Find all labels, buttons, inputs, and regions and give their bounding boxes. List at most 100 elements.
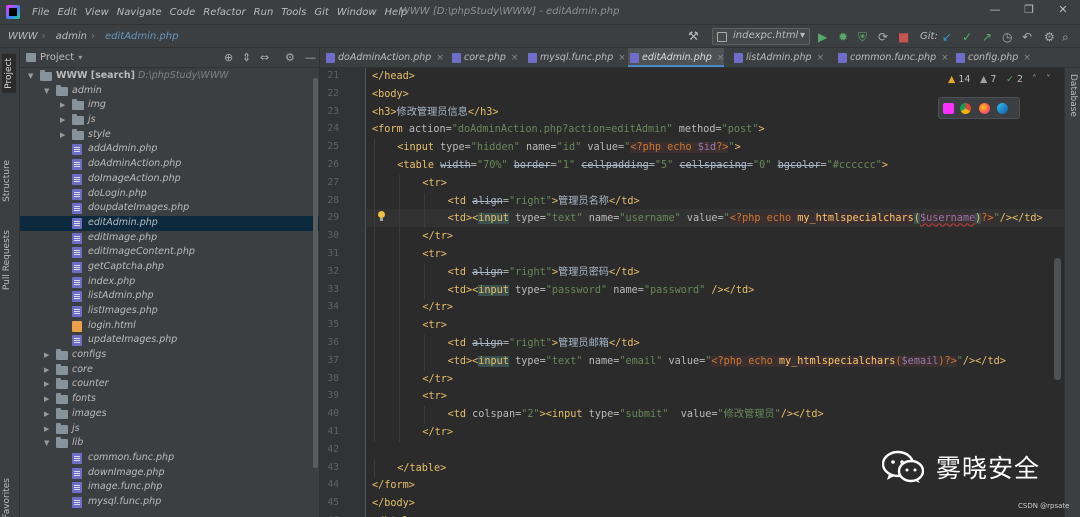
editor-scrollbar[interactable] <box>1054 258 1061 380</box>
menu-navigate[interactable]: Navigate <box>113 7 166 18</box>
search-everywhere-icon[interactable]: ⌕ <box>1062 30 1069 44</box>
tree-file[interactable]: updateImages.php <box>20 333 319 348</box>
chevron-right-icon[interactable]: ▶ <box>60 98 65 113</box>
tool-tab-project[interactable]: Project <box>2 54 16 93</box>
tree-file[interactable]: editImage.php <box>20 231 319 246</box>
tree-file[interactable]: listAdmin.php <box>20 289 319 304</box>
tree-file[interactable]: mysql.func.php <box>20 495 319 510</box>
close-window-button[interactable]: ✕ <box>1046 3 1080 21</box>
editor-tab[interactable]: doAdminAction.php × <box>324 48 444 67</box>
tree-file[interactable]: doAdminAction.php <box>20 157 319 172</box>
tree-folder[interactable]: ▶ style <box>20 128 319 143</box>
tree-file[interactable]: doLogin.php <box>20 187 319 202</box>
tree-file[interactable]: login.html <box>20 319 319 334</box>
expand-all-icon[interactable]: ⇕ <box>242 51 251 64</box>
rollback-icon[interactable]: ↶ <box>1022 30 1032 44</box>
tree-file[interactable]: doImageAction.php <box>20 172 319 187</box>
project-scrollbar[interactable] <box>313 78 318 468</box>
menu-code[interactable]: Code <box>166 7 200 18</box>
tree-folder[interactable]: ▶ js <box>20 113 319 128</box>
chevron-down-icon[interactable]: ▼ <box>28 69 33 84</box>
inspection-typos[interactable]: ✓ 2 <box>1006 74 1023 85</box>
close-tab-icon[interactable]: × <box>717 53 725 63</box>
tool-tab-favorites[interactable]: Favorites <box>2 478 12 517</box>
tool-tab-database[interactable]: Database <box>1068 74 1078 117</box>
chevron-right-icon[interactable]: ▶ <box>44 363 49 378</box>
tree-file[interactable]: addAdmin.php <box>20 142 319 157</box>
previous-highlight-icon[interactable]: ˄ <box>1032 74 1037 85</box>
project-panel-title[interactable]: Project <box>40 52 74 63</box>
tool-tab-structure[interactable]: Structure <box>2 160 12 202</box>
editor-tab[interactable]: core.php × <box>450 48 519 67</box>
editor-tab[interactable]: config.php × <box>954 48 1031 67</box>
tree-folder[interactable]: ▶ images <box>20 407 319 422</box>
menu-tools[interactable]: Tools <box>277 7 310 18</box>
tree-folder[interactable]: ▶ configs <box>20 348 319 363</box>
breadcrumb-file[interactable]: editAdmin.php <box>97 31 180 42</box>
collapse-all-icon[interactable]: ⇔ <box>260 51 269 64</box>
tree-file[interactable]: index.php <box>20 275 319 290</box>
menu-edit[interactable]: Edit <box>53 7 80 18</box>
breadcrumb-admin[interactable]: admin <box>48 31 89 42</box>
minimize-button[interactable]: — <box>978 3 1012 21</box>
git-commit-icon[interactable]: ✓ <box>962 30 972 44</box>
close-tab-icon[interactable]: × <box>618 53 626 63</box>
tree-file[interactable]: downImage.php <box>20 466 319 481</box>
tree-file[interactable]: common.func.php <box>20 451 319 466</box>
hide-panel-icon[interactable]: — <box>305 51 316 64</box>
debug-icon[interactable]: ✹ <box>838 30 848 44</box>
firefox-icon[interactable] <box>979 103 990 114</box>
close-tab-icon[interactable]: × <box>436 53 444 63</box>
tree-file[interactable]: listImages.php <box>20 304 319 319</box>
chevron-right-icon[interactable]: ▶ <box>60 128 65 143</box>
close-tab-icon[interactable]: × <box>511 53 519 63</box>
tree-file[interactable]: doupdateImages.php <box>20 201 319 216</box>
edge-icon[interactable] <box>997 103 1008 114</box>
close-tab-icon[interactable]: × <box>941 53 949 63</box>
menu-window[interactable]: Window <box>333 7 381 18</box>
chevron-down-icon[interactable]: ▼ <box>44 84 49 99</box>
tree-folder[interactable]: ▶ fonts <box>20 392 319 407</box>
stop-icon[interactable]: ■ <box>898 30 909 44</box>
tool-tab-pull-requests[interactable]: Pull Requests <box>2 230 12 290</box>
chrome-icon[interactable] <box>960 103 971 114</box>
chevron-down-icon[interactable]: ▼ <box>44 436 49 451</box>
chevron-right-icon[interactable]: ▶ <box>44 377 49 392</box>
next-highlight-icon[interactable]: ˅ <box>1046 74 1051 85</box>
tree-file[interactable]: editAdmin.php <box>20 215 319 231</box>
chevron-down-icon[interactable]: ▾ <box>78 53 82 62</box>
gear-icon[interactable]: ⚙ <box>285 51 295 64</box>
editor-tab[interactable]: editAdmin.php × <box>628 48 725 67</box>
settings-icon[interactable]: ⚙ <box>1044 30 1055 44</box>
chevron-right-icon[interactable]: ▶ <box>44 422 49 437</box>
git-history-icon[interactable]: ◷ <box>1002 30 1012 44</box>
menu-run[interactable]: Run <box>250 7 278 18</box>
tree-folder[interactable]: ▼ lib <box>20 436 319 451</box>
locate-file-icon[interactable]: ⊕ <box>224 51 233 64</box>
run-configuration-select[interactable]: indexpc.html ▾ <box>712 28 810 45</box>
chevron-right-icon[interactable]: ▶ <box>44 407 49 422</box>
tree-folder[interactable]: ▼ admin <box>20 84 319 99</box>
run-with-coverage-icon[interactable]: ⛨ <box>858 30 867 44</box>
build-hammer-icon[interactable]: ⚒ <box>688 29 699 43</box>
editor-tab[interactable]: mysql.func.php × <box>526 48 626 67</box>
chevron-right-icon[interactable]: ▶ <box>44 392 49 407</box>
tree-folder[interactable]: ▶ js <box>20 422 319 437</box>
breadcrumb-project[interactable]: WWW <box>0 31 40 42</box>
git-push-icon[interactable]: ↗ <box>982 30 992 44</box>
tree-file[interactable]: editImageContent.php <box>20 245 319 260</box>
tree-folder[interactable]: ▶ core <box>20 363 319 378</box>
intention-bulb-icon[interactable] <box>377 211 386 223</box>
run-icon[interactable]: ▶ <box>818 30 827 44</box>
menu-view[interactable]: View <box>81 7 113 18</box>
git-update-icon[interactable]: ↙ <box>942 30 952 44</box>
tree-folder[interactable]: ▶ counter <box>20 377 319 392</box>
inspection-warnings[interactable]: ▲ 14 <box>948 74 970 85</box>
profile-icon[interactable]: ⟳ <box>878 30 888 44</box>
tree-file[interactable]: getCaptcha.php <box>20 260 319 275</box>
menu-git[interactable]: Git <box>310 7 332 18</box>
restore-button[interactable]: ❐ <box>1012 3 1046 21</box>
close-tab-icon[interactable]: × <box>817 53 825 63</box>
chevron-right-icon[interactable]: ▶ <box>44 348 49 363</box>
menu-refactor[interactable]: Refactor <box>199 7 249 18</box>
